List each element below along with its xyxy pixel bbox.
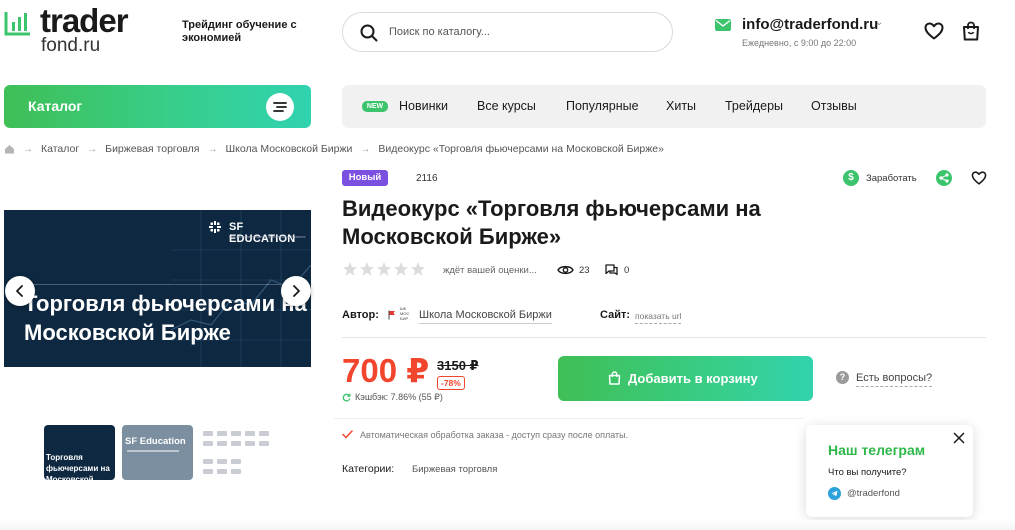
- thumbnail[interactable]: [201, 425, 272, 480]
- check-icon: [342, 430, 353, 439]
- add-to-cart-label: Добавить в корзину: [628, 371, 758, 386]
- menu-item-new[interactable]: Новинки: [399, 99, 448, 113]
- chevron-down-icon[interactable]: ⌄: [875, 17, 883, 28]
- comment-icon[interactable]: [604, 262, 619, 277]
- search-box[interactable]: [342, 12, 673, 52]
- close-icon[interactable]: [952, 431, 966, 445]
- menu-item-reviews[interactable]: Отзывы: [811, 99, 857, 113]
- catalog-label: Каталог: [28, 98, 83, 114]
- telegram-title: Наш телеграм: [828, 442, 926, 458]
- breadcrumb: → Каталог → Биржевая торговля → Школа Мо…: [4, 143, 664, 155]
- product-image[interactable]: SF EDUCATION все об инвестициях, финанса…: [4, 210, 311, 367]
- mail-icon: [715, 19, 731, 31]
- eye-icon: [557, 265, 574, 275]
- categories-label: Категории:: [342, 463, 395, 475]
- site-label: Сайт:: [600, 309, 631, 321]
- show-url-link[interactable]: показать url: [635, 311, 682, 324]
- star-icon[interactable]: [376, 261, 392, 277]
- new-badge: Новый: [342, 170, 388, 186]
- thumbnail[interactable]: SF Education: [122, 425, 193, 480]
- breadcrumb-link[interactable]: Каталог: [41, 143, 79, 155]
- views-count: 23: [579, 265, 590, 276]
- author-logo: ШК МОС БИР: [400, 306, 410, 321]
- logo-domain[interactable]: fond.ru: [41, 36, 100, 56]
- breadcrumb-current: Видеокурс «Торговля фьючерсами на Москов…: [378, 143, 664, 155]
- search-icon[interactable]: [360, 24, 378, 42]
- telegram-question: Что вы получите?: [828, 467, 907, 478]
- main-menu: NEW Новинки Все курсы Популярные Хиты Тр…: [342, 85, 986, 128]
- brand-name: SF EDUCATION: [229, 221, 296, 245]
- refresh-icon: [342, 393, 351, 402]
- questions-link[interactable]: Есть вопросы?: [856, 372, 933, 387]
- menu-icon[interactable]: [266, 93, 294, 121]
- sf-logo-icon: [209, 221, 221, 233]
- shopping-bag-icon: [608, 371, 621, 385]
- breadcrumb-link[interactable]: Школа Московской Биржи: [226, 143, 353, 155]
- menu-item-hits[interactable]: Хиты: [666, 99, 696, 113]
- catalog-button[interactable]: Каталог: [4, 85, 311, 128]
- dollar-icon[interactable]: $: [843, 170, 859, 186]
- new-badge: NEW: [362, 101, 388, 112]
- product-sku: 2116: [416, 173, 438, 184]
- auto-processing-note: Автоматическая обработка заказа - доступ…: [360, 430, 629, 440]
- star-icon[interactable]: [359, 261, 375, 277]
- prev-slide-button[interactable]: [5, 276, 35, 306]
- arrow-right-icon: →: [360, 143, 371, 155]
- question-icon[interactable]: ?: [836, 371, 849, 384]
- breadcrumb-link[interactable]: Биржевая торговля: [105, 143, 199, 155]
- heart-icon[interactable]: [924, 22, 944, 40]
- share-icon[interactable]: [936, 170, 952, 186]
- heart-icon[interactable]: [971, 171, 987, 185]
- home-icon[interactable]: [4, 144, 15, 154]
- thumbnail-subtitle-line: [127, 450, 179, 452]
- menu-item-all-courses[interactable]: Все курсы: [477, 99, 536, 113]
- contact-email[interactable]: info@traderfond.ru: [742, 16, 878, 33]
- brand-subtitle: все об инвестициях, финансах и бизнесе: [229, 234, 306, 239]
- discount-badge: -78%: [437, 376, 465, 390]
- arrow-right-icon: →: [23, 143, 33, 155]
- telegram-icon[interactable]: [828, 487, 841, 500]
- arrow-right-icon: →: [207, 143, 218, 155]
- menu-item-traders[interactable]: Трейдеры: [725, 99, 783, 113]
- search-input[interactable]: [389, 22, 659, 42]
- star-icon[interactable]: [342, 261, 358, 277]
- menu-item-popular[interactable]: Популярные: [566, 99, 639, 113]
- chevron-right-icon: [293, 285, 300, 297]
- author-label: Автор:: [342, 309, 379, 321]
- product-title: Видеокурс «Торговля фьючерсами на Москов…: [342, 196, 761, 249]
- thumbnail-title: Торговля фьючерсами на Московской Бирже: [46, 453, 110, 480]
- current-price: 700 ₽: [342, 352, 430, 389]
- cashback-info: Кэшбэк: 7.86% (55 ₽): [355, 392, 443, 402]
- working-hours: Ежедневно, с 9:00 до 22:00: [742, 38, 857, 48]
- slide-title: Торговля фьючерсами на Московской Бирже: [24, 291, 307, 345]
- logo-text[interactable]: trader: [40, 4, 129, 38]
- thumbnail[interactable]: Торговля фьючерсами на Московской Бирже: [44, 425, 115, 480]
- arrow-right-icon: →: [87, 143, 98, 155]
- comments-count: 0: [624, 265, 630, 276]
- chart-bars-icon: [4, 12, 30, 36]
- divider: [24, 284, 281, 285]
- telegram-handle[interactable]: @traderfond: [847, 488, 900, 499]
- add-to-cart-button[interactable]: Добавить в корзину: [558, 356, 813, 401]
- shopping-bag-icon[interactable]: [962, 21, 980, 41]
- chevron-left-icon: [16, 285, 23, 297]
- page-bottom-edge: [0, 520, 1015, 530]
- earn-link[interactable]: Заработать: [866, 173, 917, 184]
- divider: [342, 337, 986, 338]
- star-icon[interactable]: [393, 261, 409, 277]
- thumbnail-title: SF Education: [125, 436, 186, 447]
- category-link[interactable]: Биржевая торговля: [412, 464, 497, 475]
- star-icon[interactable]: [410, 261, 426, 277]
- author-link[interactable]: Школа Московской Биржи: [419, 309, 552, 324]
- telegram-popup: Наш телеграм Что вы получите? @traderfon…: [806, 425, 973, 517]
- next-slide-button[interactable]: [281, 276, 311, 306]
- flag-icon: [388, 310, 395, 320]
- tagline: Трейдинг обучение с экономией: [182, 19, 297, 44]
- old-price: 3150 ₽: [437, 358, 479, 373]
- rating-status: ждёт вашей оценки...: [443, 265, 537, 276]
- rating-stars[interactable]: [342, 261, 426, 277]
